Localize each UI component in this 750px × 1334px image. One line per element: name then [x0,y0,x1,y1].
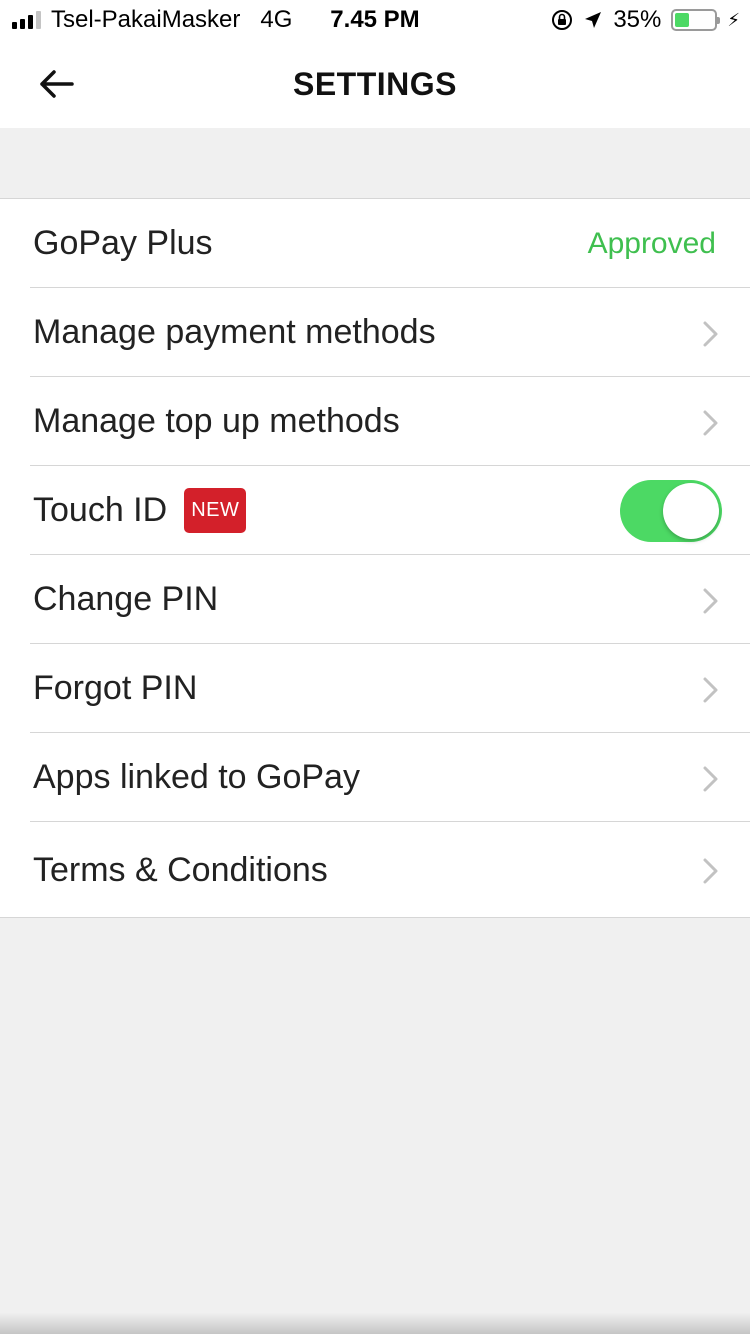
charging-bolt-icon: ⚡ [727,9,740,30]
chevron-right-icon [703,588,718,614]
network-type: 4G [260,6,293,33]
chevron-right-icon [703,858,718,884]
settings-list: GoPay Plus Approved Manage payment metho… [0,198,750,918]
battery-percent: 35% [613,6,662,33]
setting-label: GoPay Plus [33,224,213,262]
new-badge: NEW [184,488,247,533]
gopay-plus-status: Approved [587,226,716,260]
chevron-right-icon [703,766,718,792]
bottom-sheet-shadow [0,1312,750,1334]
setting-label: Change PIN [33,580,219,618]
setting-change-pin[interactable]: Change PIN [0,555,750,644]
battery-icon [671,9,721,31]
setting-label: Touch ID [33,491,168,529]
orientation-lock-icon [552,10,573,30]
back-arrow-icon [40,70,74,98]
back-button[interactable] [34,64,78,104]
setting-label: Forgot PIN [33,669,198,707]
chevron-right-icon [703,321,718,347]
page-title: SETTINGS [292,65,457,102]
setting-forgot-pin[interactable]: Forgot PIN [0,644,750,733]
setting-terms-conditions[interactable]: Terms & Conditions [0,822,750,918]
setting-label: Manage payment methods [33,313,436,351]
setting-manage-top-up-methods[interactable]: Manage top up methods [0,377,750,466]
chevron-right-icon [703,410,718,436]
setting-manage-payment-methods[interactable]: Manage payment methods [0,288,750,377]
location-arrow-icon [585,12,602,28]
status-right-group: 35% ⚡ [551,0,740,40]
setting-gopay-plus[interactable]: GoPay Plus Approved [0,199,750,288]
chevron-right-icon [703,677,718,703]
setting-touch-id: Touch ID NEW [0,466,750,555]
toggle-knob [663,483,719,539]
carrier-name: Tsel-PakaiMasker [51,6,241,33]
setting-label: Manage top up methods [33,402,400,440]
setting-apps-linked[interactable]: Apps linked to GoPay [0,733,750,822]
setting-label: Terms & Conditions [33,850,328,889]
app-header: SETTINGS [0,40,750,128]
touch-id-toggle[interactable] [620,480,722,542]
battery-level [675,13,689,27]
cellular-signal-icon [12,11,41,29]
status-bar: Tsel-PakaiMasker 4G 7.45 PM 35% ⚡ [0,0,750,40]
setting-label: Apps linked to GoPay [33,758,360,796]
